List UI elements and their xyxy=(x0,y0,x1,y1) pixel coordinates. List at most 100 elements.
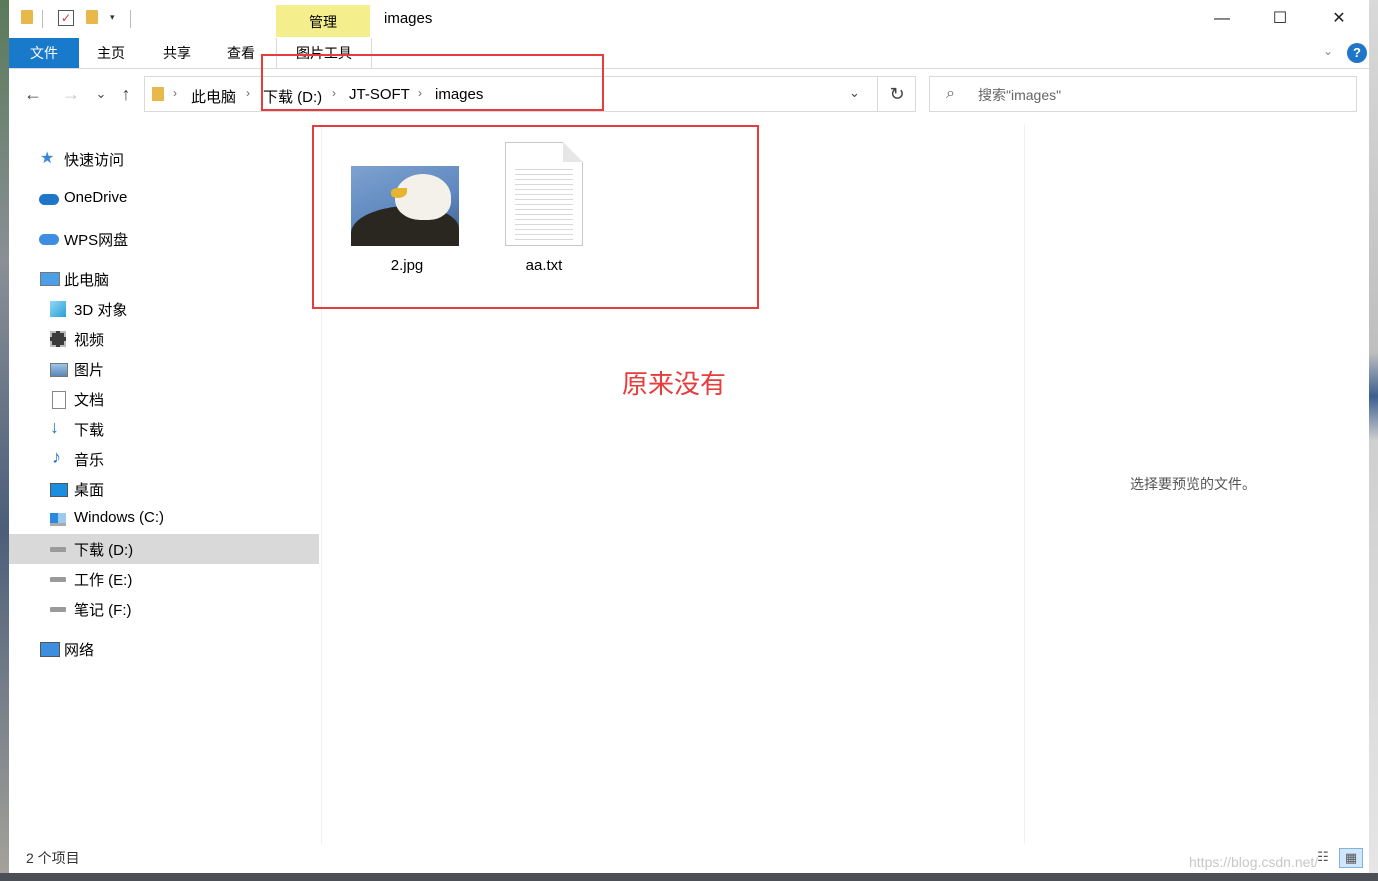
breadcrumb-this-pc[interactable]: 此电脑 xyxy=(191,86,236,107)
details-view-icon[interactable]: ☷ xyxy=(1312,848,1334,866)
sidebar-item-label: 此电脑 xyxy=(64,272,110,289)
picture-icon xyxy=(50,363,68,377)
eagle-head-shape xyxy=(395,174,451,220)
sidebar-item-label: 桌面 xyxy=(74,482,105,499)
search-input[interactable] xyxy=(976,83,1340,107)
breadcrumb-separator-icon[interactable]: › xyxy=(246,86,250,100)
sidebar-item-label: 3D 对象 xyxy=(74,302,128,319)
search-icon: ⌕ xyxy=(946,85,955,102)
close-button[interactable]: ✕ xyxy=(1316,6,1362,32)
sidebar-item-label: 音乐 xyxy=(74,452,105,469)
sidebar-item-label: 网络 xyxy=(64,642,95,659)
windows-drive-icon xyxy=(50,513,66,526)
title-bar: ✓ ▾ 管理 images — ☐ ✕ xyxy=(9,0,1369,38)
sidebar-item-desktop[interactable]: 桌面 xyxy=(9,474,319,504)
recent-locations-button[interactable]: ⌄ xyxy=(89,80,113,108)
address-dropdown-icon[interactable]: ⌄ xyxy=(849,85,860,101)
help-icon[interactable]: ? xyxy=(1347,43,1367,63)
tab-view[interactable]: 查看 xyxy=(217,38,265,68)
film-icon xyxy=(50,331,66,347)
toolbar-divider xyxy=(130,10,131,28)
file-explorer-window: ✓ ▾ 管理 images — ☐ ✕ 文件 主页 共享 查看 图片工具 ⌄ ?… xyxy=(9,0,1369,873)
refresh-icon[interactable]: ↻ xyxy=(877,77,916,111)
sidebar-item-music[interactable]: ♪ 音乐 xyxy=(9,444,319,474)
sidebar-item-3d-objects[interactable]: 3D 对象 xyxy=(9,294,319,324)
forward-button[interactable]: → xyxy=(59,80,83,108)
watermark-text: https://blog.csdn.net/ xyxy=(1189,854,1319,870)
navigation-pane: ★ 快速访问 OneDrive WPS网盘 此电脑 3D 对象 视频 图片 文档… xyxy=(9,124,321,844)
sidebar-item-documents[interactable]: 文档 xyxy=(9,384,319,414)
sidebar-item-this-pc[interactable]: 此电脑 xyxy=(9,264,319,294)
toolbar-divider xyxy=(42,10,43,28)
image-thumbnail[interactable] xyxy=(351,166,459,246)
sidebar-item-label: WPS网盘 xyxy=(64,232,129,249)
drive-icon xyxy=(50,607,66,612)
drive-icon xyxy=(50,547,66,552)
cloud-icon xyxy=(39,194,59,205)
preview-message: 选择要预览的文件。 xyxy=(1130,476,1256,492)
music-note-icon: ♪ xyxy=(52,447,61,467)
sidebar-item-label: 视频 xyxy=(74,332,105,349)
sidebar-item-quick-access[interactable]: ★ 快速访问 xyxy=(9,144,319,174)
sidebar-item-label: 下载 (D:) xyxy=(74,542,134,559)
cube-icon xyxy=(50,301,66,317)
back-button[interactable]: ← xyxy=(21,80,45,108)
tab-home[interactable]: 主页 xyxy=(87,38,135,68)
desktop-background-left xyxy=(0,0,9,881)
minimize-button[interactable]: — xyxy=(1199,6,1245,32)
item-count: 2 个项目 xyxy=(26,850,80,866)
sidebar-item-label: 下载 xyxy=(74,422,105,439)
expand-ribbon-icon[interactable]: ⌄ xyxy=(1323,44,1333,58)
preview-divider xyxy=(1024,124,1025,844)
sidebar-item-wps-drive[interactable]: WPS网盘 xyxy=(9,224,319,254)
download-arrow-icon: ↓ xyxy=(50,417,59,437)
maximize-button[interactable]: ☐ xyxy=(1257,6,1303,32)
document-icon xyxy=(52,391,66,409)
sidebar-item-downloads[interactable]: ↓ 下载 xyxy=(9,414,319,444)
file-list: 2.jpg aa.txt 原来没有 xyxy=(312,124,1022,844)
new-folder-icon[interactable] xyxy=(86,10,98,24)
ribbon-tabs: 文件 主页 共享 查看 图片工具 ⌄ ? xyxy=(9,38,1369,69)
tab-file[interactable]: 文件 xyxy=(9,38,79,68)
sidebar-item-pictures[interactable]: 图片 xyxy=(9,354,319,384)
star-icon: ★ xyxy=(40,150,55,167)
sidebar-item-drive-e[interactable]: 工作 (E:) xyxy=(9,564,319,594)
sidebar-item-videos[interactable]: 视频 xyxy=(9,324,319,354)
network-icon xyxy=(40,642,60,657)
sidebar-item-label: OneDrive xyxy=(64,189,128,206)
desktop-background-right xyxy=(1369,0,1378,881)
cloud-icon xyxy=(39,234,59,245)
properties-icon[interactable]: ✓ xyxy=(58,10,74,26)
search-box[interactable]: ⌕ xyxy=(929,76,1357,112)
drive-icon xyxy=(50,577,66,582)
sidebar-item-drive-d[interactable]: 下载 (D:) xyxy=(9,534,319,564)
page-fold-shape xyxy=(563,142,583,162)
folder-icon xyxy=(152,87,164,101)
text-file-icon[interactable] xyxy=(505,142,583,246)
sidebar-item-label: 工作 (E:) xyxy=(74,572,133,589)
tab-manage[interactable]: 管理 xyxy=(276,5,370,37)
sidebar-item-label: 笔记 (F:) xyxy=(74,602,132,619)
folder-icon[interactable] xyxy=(21,10,33,24)
up-button[interactable]: ↑ xyxy=(114,80,138,108)
sidebar-item-label: 文档 xyxy=(74,392,105,409)
file-name-jpg[interactable]: 2.jpg xyxy=(352,257,462,274)
sidebar-item-drive-c[interactable]: Windows (C:) xyxy=(9,504,319,534)
sidebar-item-onedrive[interactable]: OneDrive xyxy=(9,184,319,214)
computer-icon xyxy=(40,272,60,286)
file-name-txt[interactable]: aa.txt xyxy=(489,257,599,274)
large-icons-view-icon[interactable]: ▦ xyxy=(1339,848,1363,868)
sidebar-item-drive-f[interactable]: 笔记 (F:) xyxy=(9,594,319,624)
customize-toolbar-icon[interactable]: ▾ xyxy=(110,12,115,30)
sidebar-item-network[interactable]: 网络 xyxy=(9,634,319,664)
annotation-box-path xyxy=(261,54,604,111)
sidebar-item-label: 快速访问 xyxy=(64,152,125,169)
annotation-note: 原来没有 xyxy=(622,369,727,399)
sidebar-item-label: Windows (C:) xyxy=(74,509,165,526)
window-title: images xyxy=(384,10,433,27)
taskbar-strip xyxy=(0,873,1378,881)
breadcrumb-separator-icon[interactable]: › xyxy=(173,86,177,100)
desktop-icon xyxy=(50,483,68,497)
tab-share[interactable]: 共享 xyxy=(153,38,201,68)
sidebar-item-label: 图片 xyxy=(74,362,105,379)
